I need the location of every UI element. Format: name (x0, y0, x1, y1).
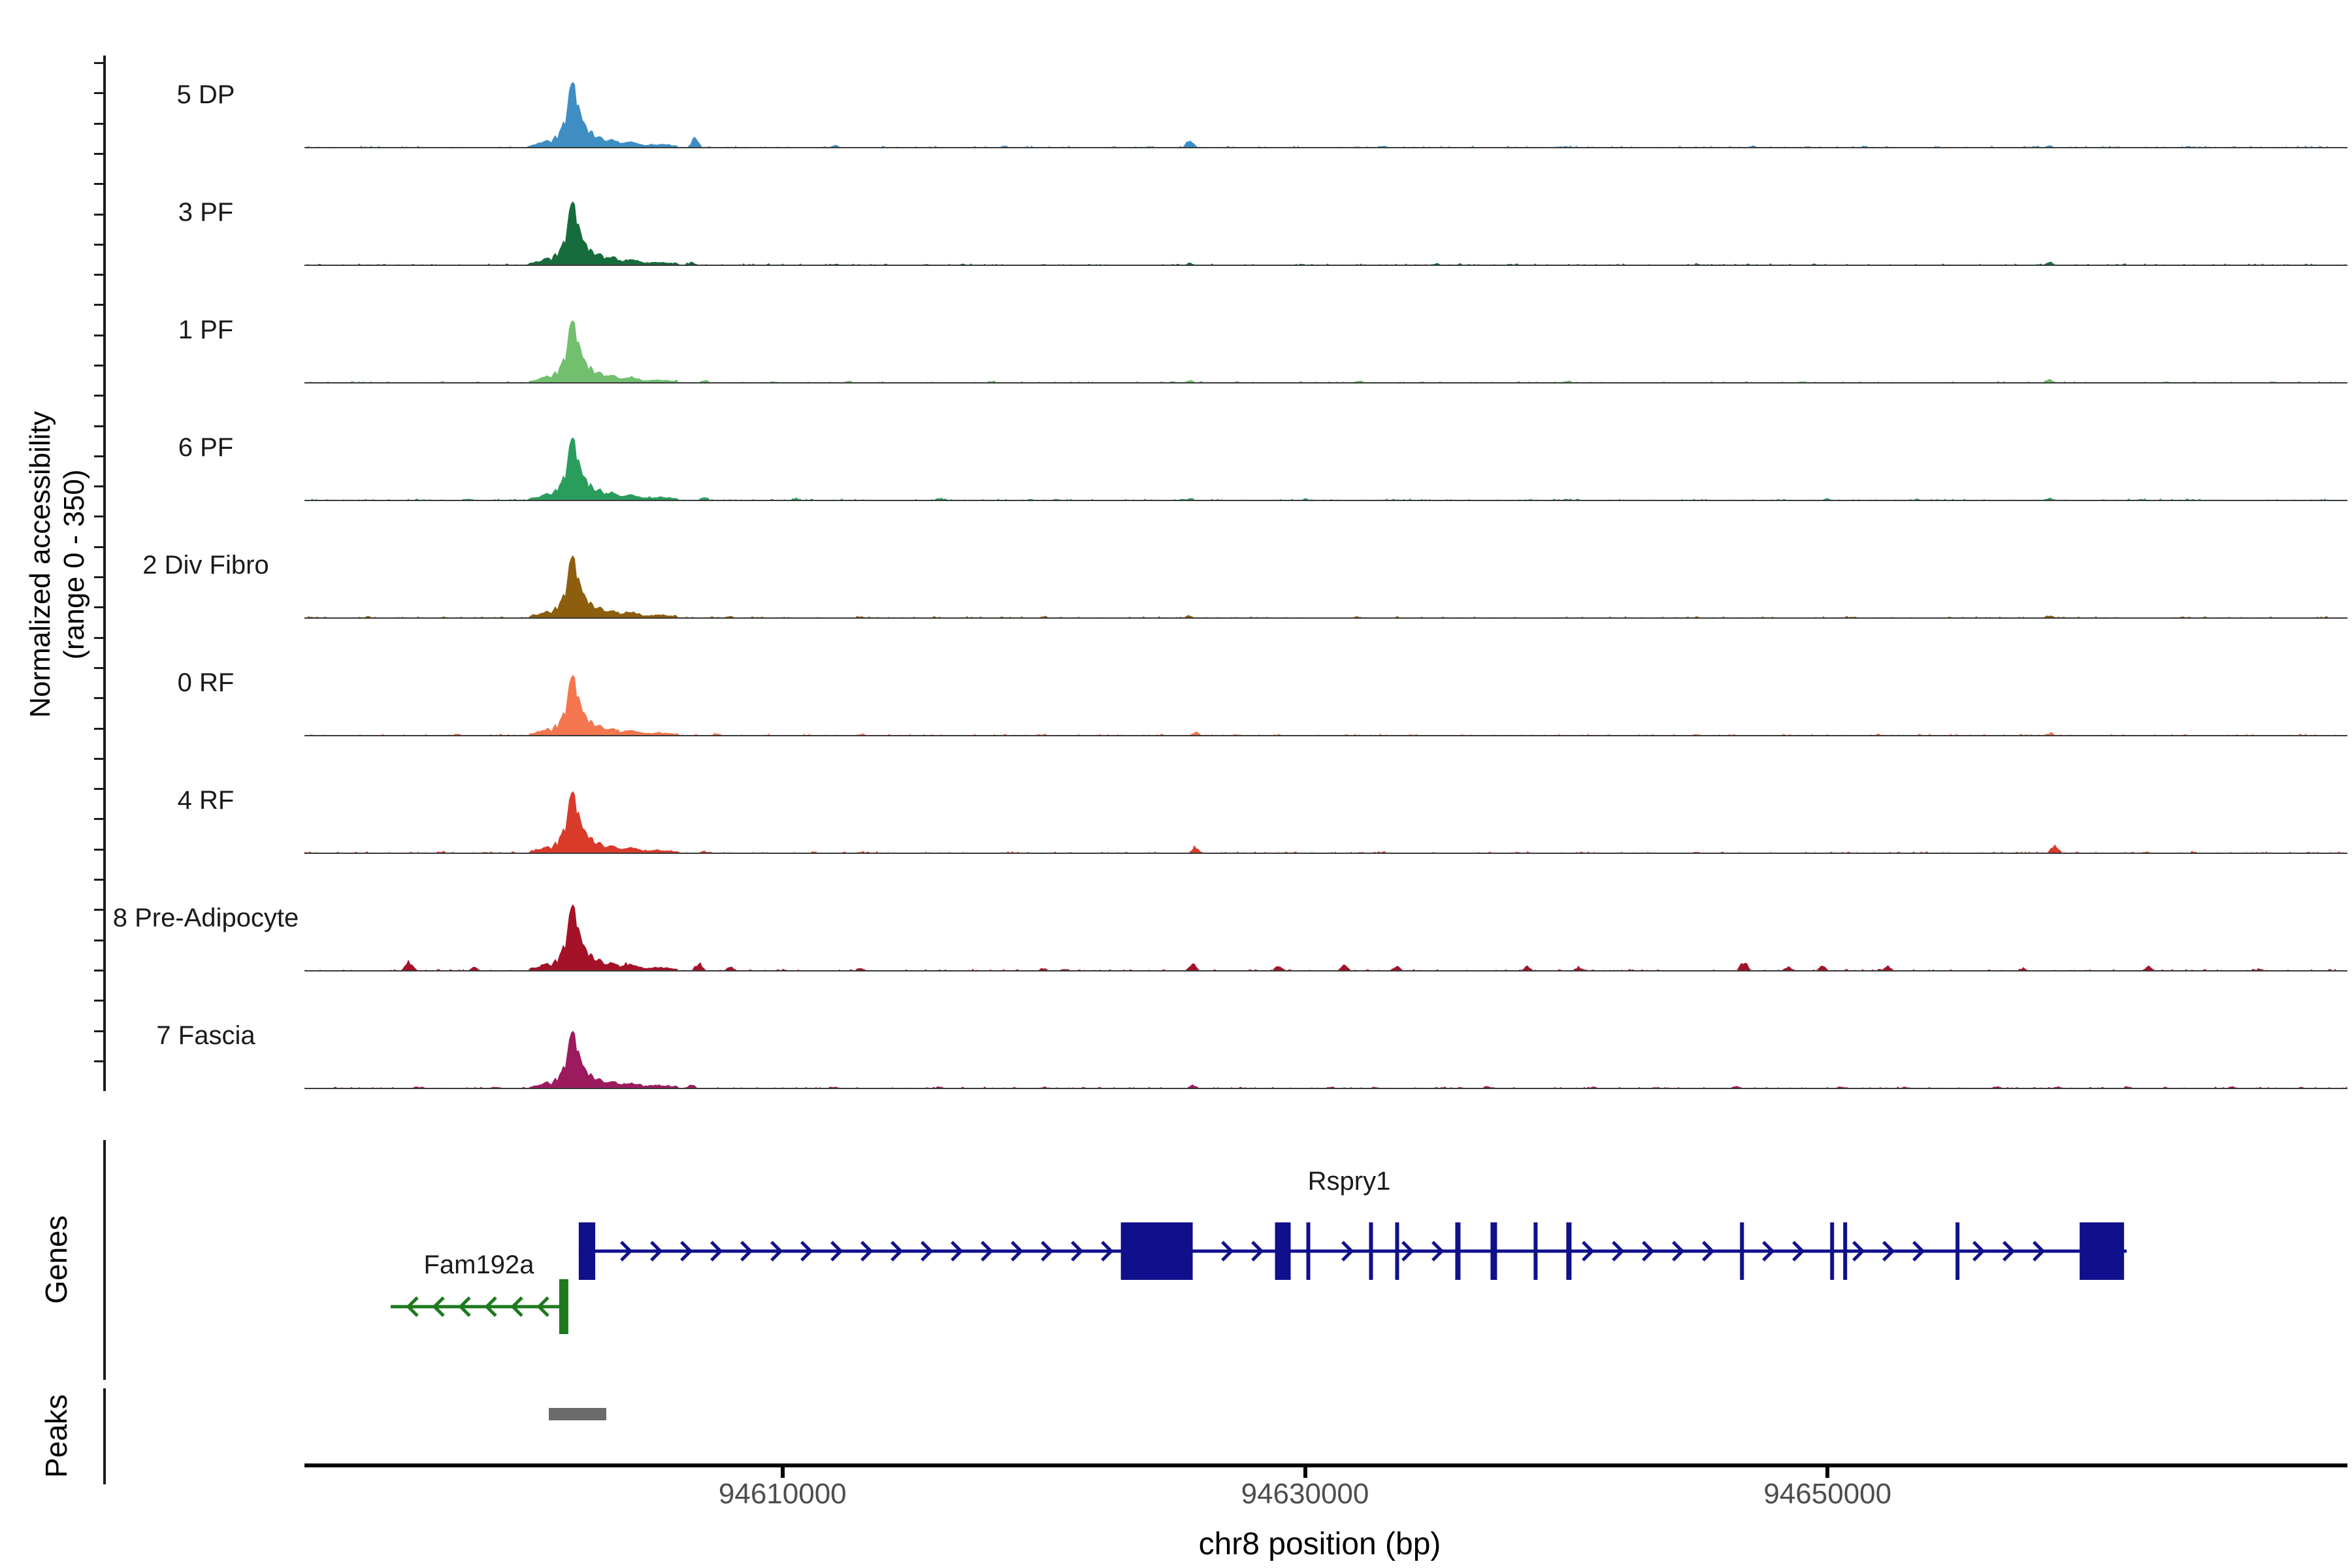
y-axis-tick (94, 849, 104, 851)
y-axis-tick (94, 728, 104, 730)
y-axis-tick (94, 1000, 104, 1002)
y-axis-tick (94, 395, 104, 397)
x-axis-title: chr8 position (bp) (928, 1526, 1712, 1562)
y-axis-tick (94, 153, 104, 155)
x-axis-tick-label: 94630000 (1175, 1478, 1436, 1511)
y-axis-tick (94, 123, 104, 125)
y-axis-tick (94, 62, 104, 64)
track-baseline (304, 853, 2347, 854)
y-axis-tick (94, 274, 104, 276)
y-axis-tick (94, 244, 104, 246)
x-axis-tick-label: 94610000 (652, 1478, 913, 1511)
coverage-signal (304, 422, 2347, 500)
track-baseline (304, 500, 2347, 501)
coverage-plot-figure: Normalized accessibility (range 0 - 350)… (0, 0, 2352, 1568)
y-axis-tick (94, 365, 104, 367)
coverage-signal (304, 1010, 2347, 1088)
track-baseline (304, 617, 2347, 619)
y-axis-tick (94, 485, 104, 487)
coverage-signal (304, 69, 2347, 148)
gene-label-fam192a: Fam192a (283, 1250, 675, 1280)
peak-region-box (549, 1408, 606, 1420)
y-axis-tick (94, 1060, 104, 1062)
track-baseline (304, 147, 2347, 148)
x-axis-tick-label: 94650000 (1697, 1478, 1958, 1511)
gene-label-rspry1: Rspry1 (1153, 1167, 1545, 1196)
y-axis-tick (94, 304, 104, 306)
coverage-signal (304, 304, 2347, 383)
y-axis-tick (94, 425, 104, 427)
y-axis-tick (94, 606, 104, 608)
coverage-signal (304, 892, 2347, 971)
track-baseline (304, 970, 2347, 972)
x-axis-line (304, 1463, 2347, 1467)
track-baseline (304, 735, 2347, 736)
x-axis-tick (1825, 1467, 1829, 1478)
track-baseline (304, 382, 2347, 384)
peaks-section-bracket (103, 1388, 106, 1484)
x-axis-tick (1303, 1467, 1307, 1478)
x-axis-tick (781, 1467, 785, 1478)
y-axis-tick (94, 758, 104, 760)
coverage-signal (304, 540, 2347, 618)
y-axis-tick (94, 515, 104, 517)
y-axis-tick (94, 818, 104, 820)
coverage-signal (304, 187, 2347, 265)
coverage-signal (304, 657, 2347, 736)
track-baseline (304, 1088, 2347, 1089)
y-axis-tick (94, 183, 104, 185)
y-axis-tick (94, 546, 104, 548)
y-axis-tick (94, 939, 104, 941)
y-axis-tick (94, 637, 104, 639)
y-axis-title-line1: Normalized accessibility (24, 42, 57, 1087)
y-axis-tick (94, 879, 104, 881)
track-baseline (304, 265, 2347, 266)
coverage-signal (304, 775, 2347, 853)
y-axis-tick (94, 970, 104, 972)
